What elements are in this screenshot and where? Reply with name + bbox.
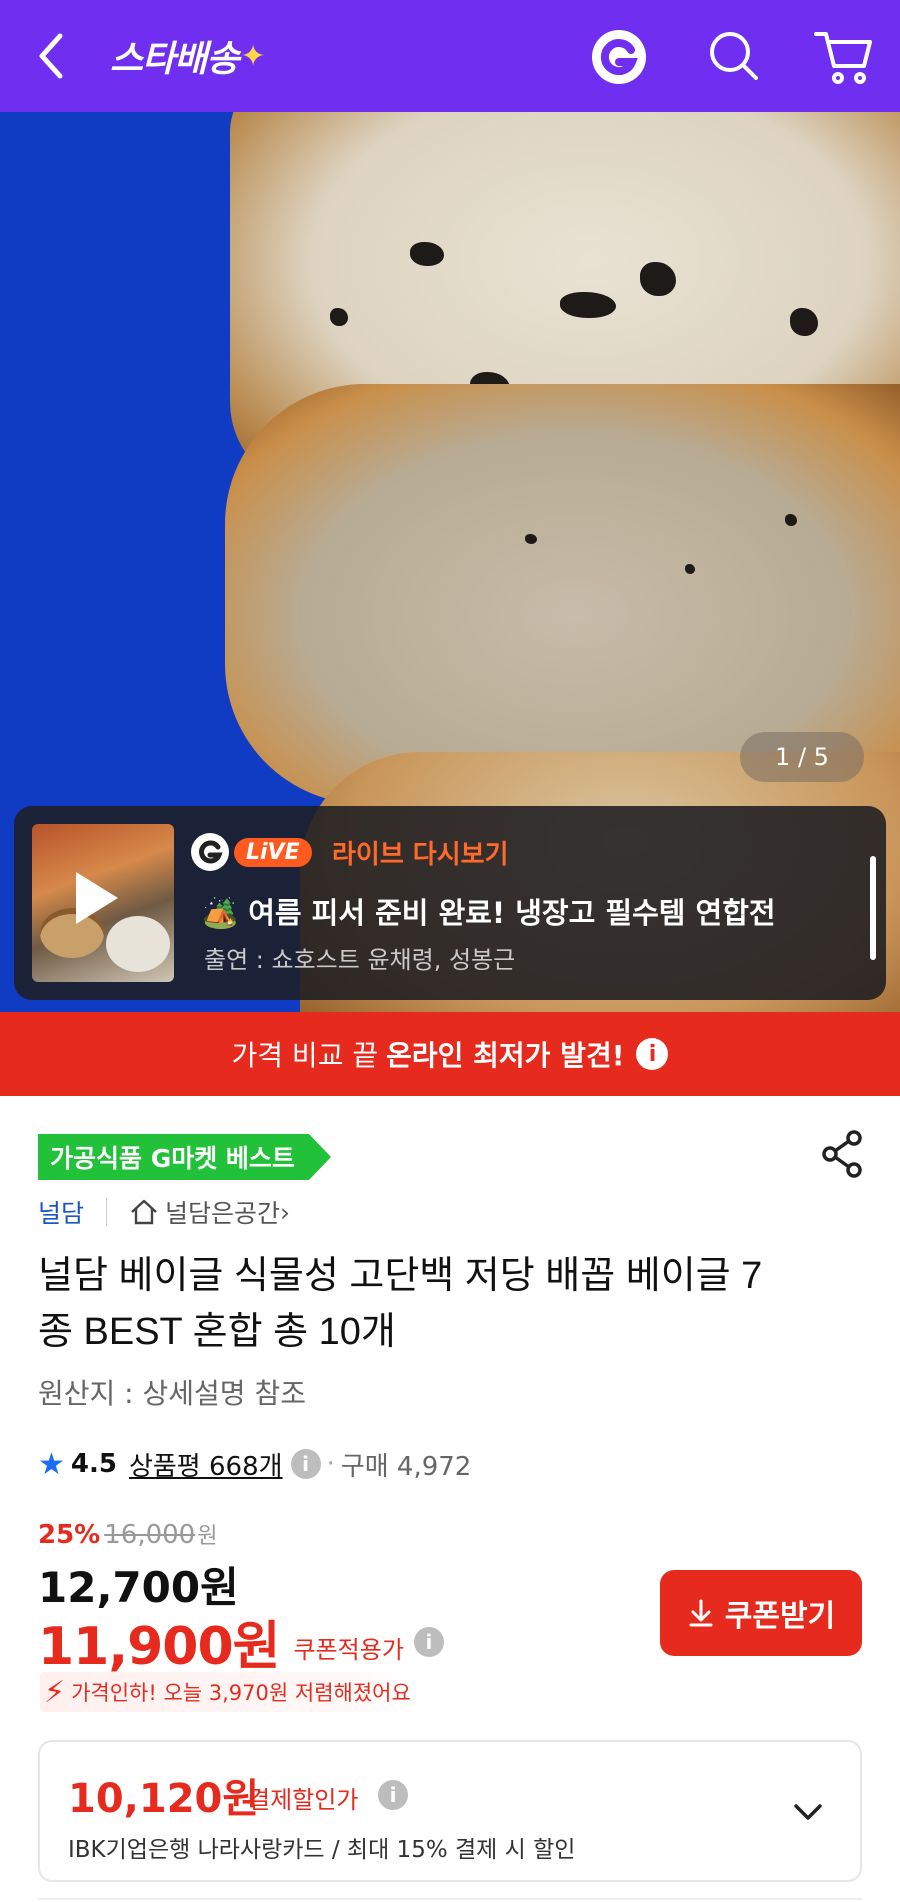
coupon-price-row: 11,900원 쿠폰적용가 i	[38, 1604, 444, 1679]
search-icon[interactable]	[706, 28, 762, 84]
rating-value: 4.5	[70, 1449, 117, 1479]
download-icon	[689, 1599, 713, 1627]
store-link[interactable]: 널담은공간 ›	[129, 1194, 290, 1230]
chevron-right-icon: ›	[280, 1197, 291, 1227]
divider	[38, 1898, 862, 1900]
logo-text: 스타배송	[110, 39, 239, 80]
separator-dot: ·	[326, 1449, 335, 1479]
play-icon	[76, 872, 118, 924]
brand-row: 널담 널담은공간 ›	[38, 1192, 290, 1232]
info-icon[interactable]: i	[290, 1449, 321, 1479]
divider	[106, 1198, 108, 1226]
store-name: 널담은공간	[165, 1199, 281, 1228]
chevron-down-icon[interactable]	[788, 1792, 828, 1832]
price-drop-note: ⚡ 가격인하! 오늘 3,970원 저렴해졌어요	[40, 1672, 423, 1712]
sparkle-icon: ✦	[240, 38, 266, 74]
payment-description: IBK기업은행 나라사랑카드 / 최대 15% 결제 시 할인	[68, 1837, 576, 1863]
lightning-icon: ⚡	[44, 1674, 66, 1710]
info-icon[interactable]: i	[413, 1626, 444, 1657]
payment-discount-card[interactable]: 10,120원 결제할인가 i IBK기업은행 나라사랑카드 / 최대 15% …	[38, 1740, 862, 1882]
product-title: 널담 베이글 식물성 고단백 저당 배꼽 베이글 7종 BEST 혼합 총 10…	[38, 1255, 763, 1353]
live-replay-card[interactable]: LiVE 라이브 다시보기 🏕️ 여름 피서 준비 완료! 냉장고 필수템 연합…	[14, 806, 886, 1000]
live-scrollbar	[870, 856, 876, 960]
best-badge: 가공식품 G마켓 베스트	[38, 1134, 331, 1180]
home-icon	[131, 1199, 157, 1225]
product-origin: 원산지 : 상세설명 참조	[38, 1377, 306, 1410]
discount-rate: 25%	[38, 1520, 101, 1550]
gmarket-home-icon[interactable]	[588, 28, 650, 86]
top-app-bar: 스타배송 ✦	[0, 0, 900, 112]
original-price: 16,000	[104, 1520, 196, 1550]
payment-price-label: 결제할인가	[248, 1786, 359, 1814]
banner-prefix: 가격 비교 끝	[231, 1039, 379, 1072]
g-logo-icon	[191, 833, 229, 871]
info-icon[interactable]: i	[378, 1780, 408, 1810]
purchase-count: 구매 4,972	[340, 1451, 472, 1482]
star-icon: ★	[38, 1446, 65, 1482]
banner-highlight: 온라인 최저가 발견!	[386, 1039, 625, 1072]
live-title: 🏕️ 여름 피서 준비 완료! 냉장고 필수템 연합전	[202, 896, 776, 930]
coupon-price-label: 쿠폰적용가	[293, 1636, 404, 1664]
get-coupon-label: 쿠폰받기	[724, 1599, 836, 1634]
info-icon[interactable]: i	[636, 1038, 669, 1070]
star-delivery-logo[interactable]: 스타배송 ✦	[110, 30, 266, 82]
currency-unit: 원	[197, 1524, 218, 1549]
share-icon[interactable]	[820, 1130, 864, 1178]
live-replay-label: 라이브 다시보기	[332, 840, 509, 870]
image-counter: 1 / 5	[740, 732, 864, 782]
payment-price: 10,120원	[68, 1776, 260, 1822]
live-pill: LiVE	[234, 837, 312, 867]
live-thumbnail[interactable]	[32, 824, 174, 982]
back-arrow-icon[interactable]	[30, 28, 74, 84]
get-coupon-button[interactable]: 쿠폰받기	[660, 1570, 862, 1656]
cart-icon[interactable]	[812, 26, 874, 86]
rating-row: ★ 4.5 상품평 668개 i · 구매 4,972	[38, 1442, 471, 1486]
brand-link[interactable]: 널담	[38, 1194, 84, 1230]
lowest-price-banner[interactable]: 가격 비교 끝 온라인 최저가 발견! i	[0, 1012, 900, 1096]
price-drop-text: 가격인하! 오늘 3,970원 저렴해졌어요	[71, 1681, 411, 1705]
coupon-price: 11,900원	[38, 1617, 281, 1677]
g-live-logo: LiVE	[190, 828, 312, 876]
original-price-row: 25% 16,000 원	[38, 1518, 217, 1550]
live-cast: 출연 : 쇼호스트 윤채령, 성봉근	[204, 946, 516, 974]
reviews-link[interactable]: 상품평 668개	[129, 1446, 283, 1483]
